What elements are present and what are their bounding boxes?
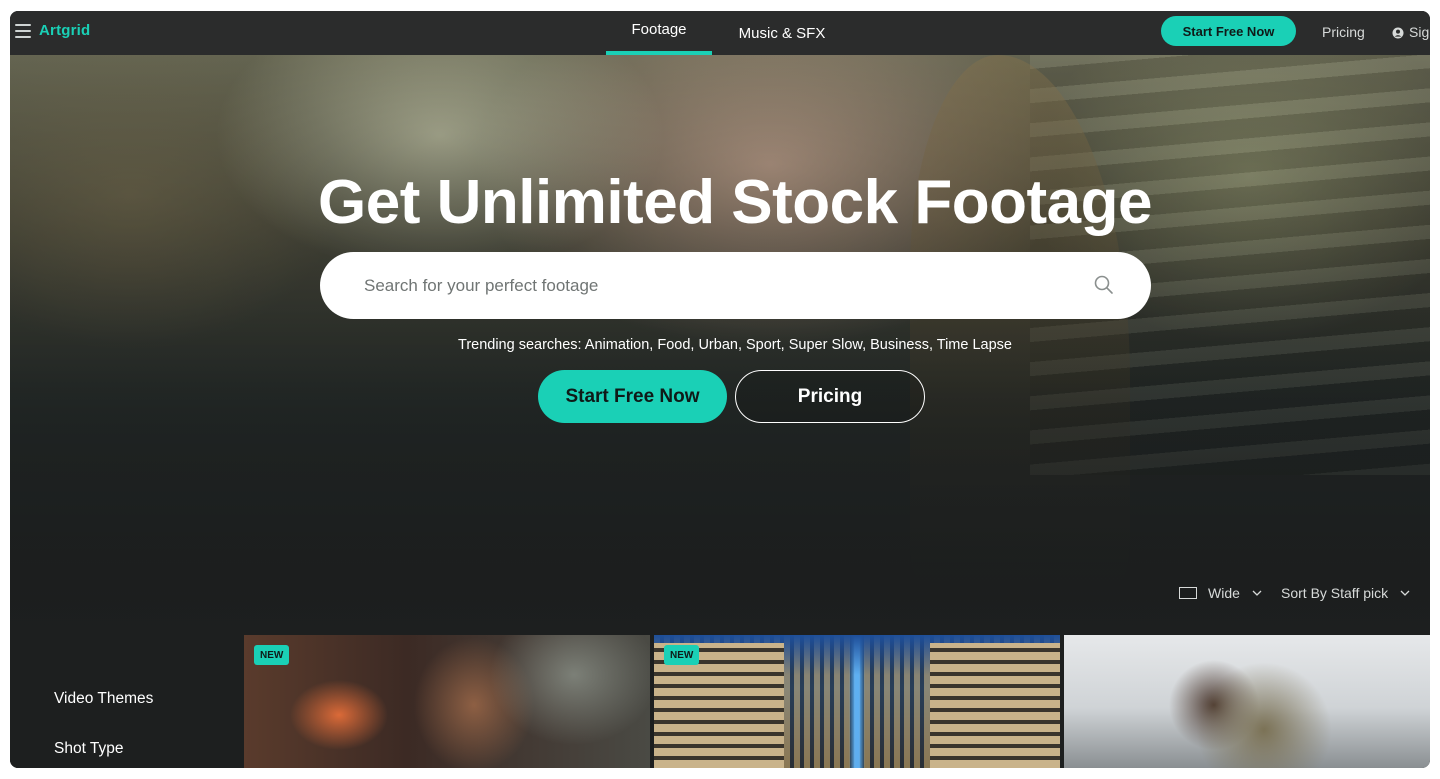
tab-music-sfx-label: Music & SFX [738,24,826,42]
view-mode-dropdown[interactable]: Wide [1179,585,1262,601]
sort-label: Sort By Staff pick [1281,585,1389,601]
tab-footage-label: Footage [631,20,687,38]
browser-frame: Artgrid Footage Music & SFX Start Free N… [10,11,1430,768]
hero-title: Get Unlimited Stock Footage [318,168,1152,237]
artgrid-logo[interactable]: Artgrid [39,22,90,39]
hero-pricing-button[interactable]: Pricing [735,370,925,423]
nav-start-free-button[interactable]: Start Free Now [1161,16,1296,46]
new-badge: NEW [254,645,290,665]
filter-sidebar: Video Themes Shot Type [10,635,244,768]
thumbnail-building [930,643,1060,768]
active-tab-indicator [606,51,712,55]
chevron-down-icon [1252,590,1262,596]
sort-dropdown[interactable]: Sort By Staff pick [1281,585,1410,601]
video-thumbnail[interactable] [1064,635,1430,768]
sidebar-item-shot-type[interactable]: Shot Type [54,740,124,758]
search-bar[interactable] [320,252,1151,319]
chevron-down-icon [1400,590,1410,596]
nav-pricing-link[interactable]: Pricing [1322,24,1365,40]
hero-start-free-button[interactable]: Start Free Now [538,370,727,423]
video-thumbnail[interactable]: NEW [244,635,650,768]
user-circle-icon [1392,27,1404,39]
search-input[interactable] [364,252,1064,319]
new-badge: NEW [664,645,700,665]
hero-section: Get Unlimited Stock Footage Trending sea… [10,55,1430,635]
tab-footage[interactable]: Footage [606,11,712,55]
video-thumbnail[interactable]: NEW [654,635,1060,768]
signin-label: Sig [1409,24,1430,40]
wide-view-icon [1179,587,1197,599]
view-mode-label: Wide [1208,585,1240,601]
tab-music-sfx[interactable]: Music & SFX [722,11,842,55]
nav-signin-link[interactable]: Sig [1392,24,1429,40]
search-icon[interactable] [1094,275,1114,295]
sidebar-item-video-themes[interactable]: Video Themes [54,690,153,708]
trending-searches: Trending searches: Animation, Food, Urba… [458,337,1012,353]
hamburger-icon[interactable] [15,24,31,38]
top-nav: Artgrid Footage Music & SFX Start Free N… [10,11,1430,55]
